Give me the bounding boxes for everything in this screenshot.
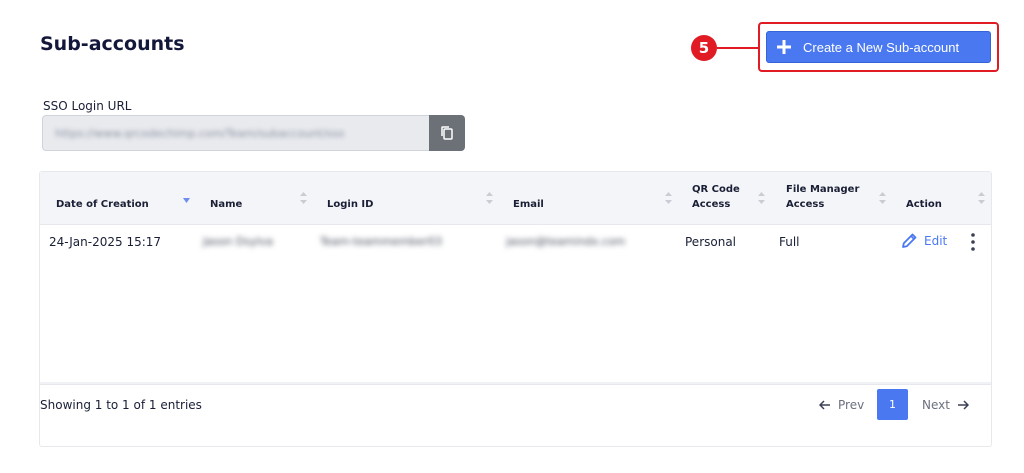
column-date-of-creation[interactable]: Date of Creation — [56, 197, 149, 212]
table-footer-border — [40, 384, 991, 385]
page-title: Sub-accounts — [40, 33, 185, 55]
pencil-icon — [902, 233, 917, 248]
sub-accounts-table: Date of Creation Name Login ID Email QR … — [39, 171, 992, 447]
callout-connector — [717, 47, 759, 49]
sso-login-url-field[interactable]: https://www.qrcodechimp.com/Team/subacco… — [42, 115, 430, 151]
sort-desc-icon[interactable] — [183, 194, 190, 208]
prev-page-button[interactable]: Prev — [819, 398, 864, 412]
column-login-id[interactable]: Login ID — [327, 197, 373, 212]
sso-login-url-label: SSO Login URL — [43, 99, 132, 113]
sort-icon[interactable] — [758, 191, 765, 205]
sso-login-url-value: https://www.qrcodechimp.com/Team/subacco… — [55, 126, 345, 140]
sort-icon[interactable] — [300, 191, 307, 205]
more-options-icon[interactable] — [969, 232, 977, 252]
column-qr-code-access[interactable]: QR Code Access — [692, 182, 740, 212]
next-page-button[interactable]: Next — [922, 398, 969, 412]
sort-icon[interactable] — [879, 191, 886, 205]
column-name[interactable]: Name — [210, 197, 242, 212]
page-1-button[interactable]: 1 — [877, 389, 908, 420]
copy-icon — [441, 126, 453, 140]
cell-file-access: Full — [779, 235, 800, 249]
sort-icon[interactable] — [665, 191, 672, 205]
cell-email: jason@teamindx.com — [506, 235, 626, 248]
cell-date: 24-Jan-2025 15:17 — [49, 235, 162, 249]
entries-info: Showing 1 to 1 of 1 entries — [40, 398, 202, 412]
create-sub-account-label: Create a New Sub-account — [803, 39, 960, 55]
copy-url-button[interactable] — [429, 115, 465, 151]
plus-icon — [777, 40, 791, 54]
column-action: Action — [906, 199, 942, 210]
arrow-right-icon — [957, 400, 969, 410]
sort-icon[interactable] — [486, 191, 493, 205]
cell-login-id: Team-teammember03 — [320, 235, 443, 248]
column-file-manager-access[interactable]: File Manager Access — [786, 182, 866, 212]
arrow-left-icon — [819, 400, 830, 410]
table-header: Date of Creation Name Login ID Email QR … — [40, 172, 991, 225]
create-sub-account-button[interactable]: Create a New Sub-account — [766, 31, 991, 63]
cell-qr-access: Personal — [685, 235, 737, 249]
next-label: Next — [922, 398, 950, 412]
edit-button[interactable]: Edit — [901, 232, 947, 249]
cell-name: Jason Dsylva — [203, 235, 273, 248]
sort-icon[interactable] — [978, 191, 985, 205]
edit-label: Edit — [924, 233, 948, 248]
step-callout-badge: 5 — [691, 35, 717, 61]
column-email[interactable]: Email — [513, 197, 544, 212]
prev-label: Prev — [838, 398, 865, 412]
